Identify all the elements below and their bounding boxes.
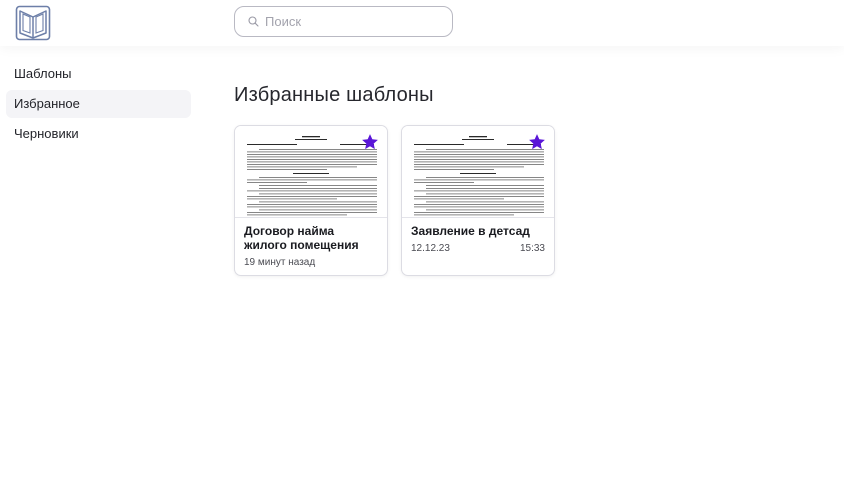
document-thumbnail bbox=[235, 126, 387, 218]
search-box[interactable] bbox=[234, 6, 453, 37]
sidebar-item-drafts[interactable]: Черновики bbox=[6, 120, 191, 148]
favorite-star-icon[interactable] bbox=[361, 133, 379, 151]
sidebar-item-label: Черновики bbox=[14, 126, 79, 141]
sidebar-item-favorites[interactable]: Избранное bbox=[6, 90, 191, 118]
book-logo-icon[interactable] bbox=[15, 5, 51, 41]
search-input[interactable] bbox=[263, 13, 437, 30]
document-thumbnail bbox=[402, 126, 554, 218]
favorite-star-icon[interactable] bbox=[528, 133, 546, 151]
card-time: 15:33 bbox=[519, 243, 545, 254]
page-title: Избранные шаблоны bbox=[234, 84, 434, 106]
card-title: Договор найма жилого помещения bbox=[244, 224, 359, 252]
sidebar-item-templates[interactable]: Шаблоны bbox=[6, 60, 191, 88]
card-date: 19 минут назад bbox=[244, 257, 316, 268]
sidebar-item-label: Избранное bbox=[14, 96, 80, 111]
sidebar-item-label: Шаблоны bbox=[14, 66, 72, 81]
card-title: Заявление в детсад bbox=[411, 224, 530, 238]
template-card[interactable]: Заявление в детсад 12.12.23 15:33 bbox=[401, 125, 555, 276]
search-icon bbox=[248, 16, 259, 27]
sidebar: Шаблоны Избранное Черновики bbox=[6, 60, 191, 150]
top-bar bbox=[0, 0, 844, 46]
template-card[interactable]: Договор найма жилого помещения 19 минут … bbox=[234, 125, 388, 276]
card-date: 12.12.23 bbox=[411, 243, 450, 254]
